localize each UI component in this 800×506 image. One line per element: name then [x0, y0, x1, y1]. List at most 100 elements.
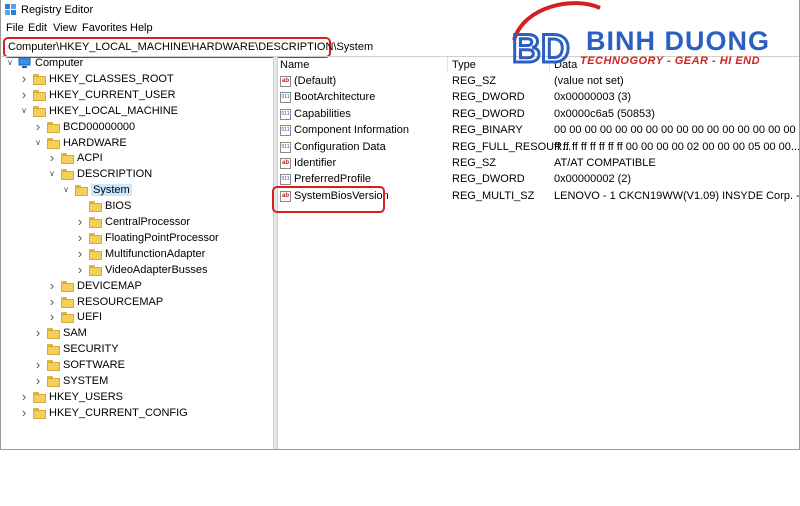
column-name[interactable]: Name [280, 59, 309, 71]
value-data: 00 00 00 00 00 00 00 00 00 00 00 00 00 0… [554, 124, 796, 137]
binary-value-icon: 011 [280, 125, 291, 137]
address-bar[interactable]: Computer\HKEY_LOCAL_MACHINE\HARDWARE\DES… [3, 37, 373, 58]
tree-item-label: RESOURCEMAP [77, 295, 164, 308]
value-type: REG_SZ [452, 157, 497, 169]
binary-value-icon: 011 [280, 108, 291, 120]
value-name: Capabilities [294, 107, 351, 120]
chevron-right-icon[interactable]: › [75, 263, 85, 276]
folder-icon [47, 344, 60, 356]
value-data: AT/AT COMPATIBLE [554, 157, 656, 169]
value-data: ff ff ff ff ff ff ff ff 00 00 00 00 02 0… [554, 140, 799, 153]
folder-icon [47, 376, 60, 387]
tree-item-label: UEFI [77, 311, 103, 324]
value-row[interactable]: 011 Configuration Data REG_FULL_RESOUR... f… [277, 140, 799, 156]
value-data: (value not set) [554, 75, 624, 87]
column-type[interactable]: Type [452, 59, 476, 71]
chevron-right-icon[interactable]: › [33, 326, 43, 339]
chevron-down-icon[interactable]: ∨ [19, 106, 29, 116]
value-type: REG_MULTI_SZ [452, 189, 535, 202]
menu-file[interactable]: File [6, 22, 24, 34]
chevron-right-icon[interactable]: › [33, 374, 43, 387]
folder-icon [75, 185, 88, 197]
chevron-down-icon[interactable]: ∨ [33, 138, 43, 148]
folder-icon [33, 89, 46, 101]
tree-item-label: System [91, 184, 132, 197]
chevron-down-icon[interactable]: ∨ [5, 58, 15, 68]
values-list: Name Type Data ab (Default) REG_SZ (value n… [277, 57, 799, 449]
chevron-right-icon[interactable]: › [19, 406, 29, 419]
tree-item-label: SYSTEM [63, 375, 109, 387]
value-name: (Default) [294, 75, 337, 87]
value-name: PreferredProfile [294, 173, 372, 186]
folder-icon [47, 121, 60, 133]
tree-item-label: HKEY_LOCAL_MACHINE [49, 104, 178, 117]
address-path: Computer\HKEY_LOCAL_MACHINE\HARDWARE\DES… [8, 41, 374, 53]
value-type: REG_DWORD [452, 173, 525, 186]
binary-value-icon: 011 [280, 174, 291, 186]
computer-icon [18, 57, 31, 68]
chevron-down-icon[interactable]: ∨ [61, 185, 71, 195]
tree-item-label: DEVICEMAP [77, 279, 142, 292]
string-value-icon: ab [280, 158, 291, 169]
chevron-right-icon[interactable]: › [75, 247, 85, 260]
menu-view[interactable]: View [53, 22, 77, 34]
binary-value-icon: 011 [280, 141, 291, 153]
chevron-right-icon[interactable]: › [47, 151, 57, 164]
folder-icon [61, 169, 74, 181]
chevron-right-icon[interactable]: › [19, 72, 29, 85]
chevron-right-icon[interactable]: › [19, 88, 29, 101]
chevron-right-icon[interactable]: › [33, 358, 43, 371]
window-title: Registry Editor [21, 4, 94, 16]
chevron-right-icon[interactable]: › [19, 390, 29, 403]
tree-item-label: SOFTWARE [63, 359, 125, 372]
value-data: 0x00000002 (2) [554, 173, 632, 186]
chevron-right-icon[interactable]: › [33, 120, 43, 133]
folder-icon [33, 407, 46, 419]
value-row[interactable]: ab Identifier REG_SZ AT/AT COMPATIBLE [277, 156, 799, 172]
tree-item-label: ACPI [77, 152, 103, 165]
value-data: 0x0000c6a5 (50853) [554, 107, 655, 120]
value-row[interactable]: ab (Default) REG_SZ (value not set) [277, 74, 799, 90]
tree-item-label: VideoAdapterBusses [105, 263, 208, 276]
brand-name: BINH DUONG [586, 26, 770, 56]
chevron-right-icon[interactable]: › [75, 215, 85, 228]
value-data: 0x00000003 (3) [554, 91, 632, 104]
folder-icon [61, 312, 74, 324]
tree-item-label: MultifunctionAdapter [105, 247, 206, 260]
string-value-icon: ab [280, 76, 291, 87]
chevron-down-icon[interactable]: ∨ [47, 169, 57, 179]
folder-icon [89, 264, 102, 276]
folder-icon [33, 105, 46, 117]
tree-item-label: HKEY_USERS [49, 390, 123, 403]
value-type: REG_BINARY [452, 124, 523, 137]
value-row[interactable]: 011 Component Information REG_BINARY 00 00 … [277, 123, 799, 139]
tree-item-label: SECURITY [63, 343, 119, 356]
value-name: Identifier [294, 157, 337, 169]
tree-item-label: BIOS [105, 200, 132, 213]
value-type: REG_SZ [452, 75, 497, 87]
key-tree: ∨ Computer › HKEY_CLASSES_ROOT › HKEY_CURRENT… [1, 57, 272, 449]
highlight-box [272, 186, 385, 213]
column-divider[interactable] [447, 57, 448, 73]
folder-icon [89, 217, 102, 228]
chevron-right-icon[interactable]: › [47, 295, 57, 308]
menu-favorites[interactable]: Favorites [82, 22, 127, 34]
menu-edit[interactable]: Edit [28, 22, 47, 34]
chevron-right-icon[interactable]: › [75, 231, 85, 244]
registry-editor-icon [5, 4, 16, 15]
value-name: Configuration Data [294, 140, 386, 153]
chevron-right-icon[interactable]: › [47, 279, 57, 292]
folder-icon [89, 248, 102, 260]
folder-icon [61, 153, 74, 165]
tree-item-label: FloatingPointProcessor [105, 231, 219, 244]
tree-item-label: Computer [35, 57, 84, 69]
value-row[interactable]: 011 BootArchitecture REG_DWORD 0x00000003 (… [277, 90, 799, 106]
chevron-right-icon[interactable]: › [47, 310, 57, 323]
tree-item-label: HKEY_CURRENT_USER [49, 88, 176, 101]
svg-text:BD: BD [512, 27, 570, 71]
value-name: BootArchitecture [294, 91, 376, 104]
value-row[interactable]: 011 Capabilities REG_DWORD 0x0000c6a5 (5085… [277, 107, 799, 123]
value-type: REG_DWORD [452, 91, 525, 104]
value-name: Component Information [294, 124, 409, 137]
menu-help[interactable]: Help [130, 22, 153, 34]
